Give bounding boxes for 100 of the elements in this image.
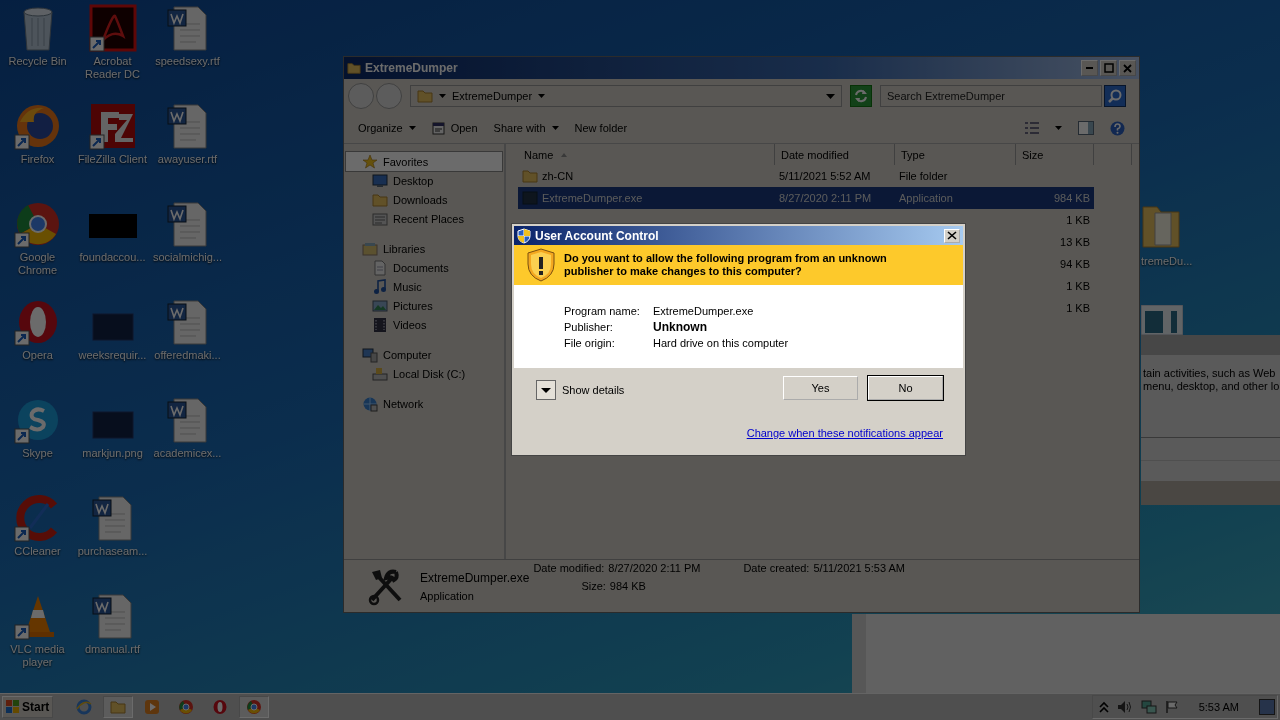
field-value: ExtremeDumper.exe	[653, 303, 755, 318]
dialog-button[interactable]: Yes	[783, 376, 858, 400]
toolbar-button[interactable]: Open	[425, 118, 484, 138]
icon-label[interactable]: markjun.png	[75, 447, 150, 460]
taskbar-button[interactable]	[239, 696, 270, 718]
field-label: Size:	[581, 580, 606, 592]
navigation-item[interactable]: Recent Places	[346, 209, 502, 228]
column-header[interactable]: Type	[895, 144, 1016, 165]
navigation-item[interactable]: Downloads	[346, 190, 502, 209]
navigation-item[interactable]: Network	[346, 394, 502, 413]
close-button[interactable]	[944, 228, 960, 243]
network-icon[interactable]	[1140, 700, 1157, 714]
menu-button[interactable]: Organize	[352, 119, 422, 137]
icon-label[interactable]: socialmichig...	[150, 251, 225, 264]
speaker-icon[interactable]	[1116, 700, 1133, 714]
search-icon	[1108, 89, 1122, 103]
film-icon	[372, 316, 388, 333]
date-text: 8/27/2020 2:11 PM	[779, 192, 872, 204]
icon-label[interactable]: VLC media player	[0, 643, 75, 669]
icon-label[interactable]: speedsexy.rtf	[150, 55, 225, 68]
show-details-toggle[interactable]: Show details	[536, 376, 625, 400]
application-icon	[522, 190, 538, 206]
pdf-reader-icon[interactable]	[88, 4, 137, 52]
navigation-item[interactable]: Pictures	[346, 296, 502, 315]
icon-label[interactable]: Acrobat Reader DC	[75, 55, 150, 81]
icon-label[interactable]: weeksrequir...	[75, 349, 150, 362]
icon-label[interactable]: purchaseam...	[75, 545, 150, 558]
refresh-button[interactable]	[850, 85, 872, 107]
settings-link[interactable]: Change when these notifications appear	[746, 427, 943, 439]
field-value: Unknown	[653, 319, 708, 334]
field-label: File origin:	[564, 335, 616, 350]
taskbar-button[interactable]	[103, 696, 134, 718]
menu-button[interactable]: Share with	[487, 119, 565, 137]
maximize-icon	[1103, 63, 1114, 73]
dropdown-icon[interactable]	[826, 93, 835, 99]
icon-label[interactable]: dmanual.rtf	[75, 643, 150, 656]
chrome-logo-icon[interactable]	[13, 200, 62, 248]
network-icon	[362, 395, 378, 412]
maximize-button[interactable]	[1100, 60, 1117, 76]
file-name: ExtremeDumper.exe	[542, 192, 643, 204]
flag-icon[interactable]	[1164, 700, 1179, 714]
back-button[interactable]	[348, 83, 374, 109]
minimize-icon	[1086, 67, 1093, 69]
navigation-item[interactable]: Computer	[346, 345, 502, 364]
navigation-item[interactable]: Libraries	[346, 239, 502, 258]
address-field[interactable]: ExtremeDumper	[410, 85, 842, 107]
sort-arrow-icon	[561, 152, 568, 157]
icon-label[interactable]: Recycle Bin	[0, 55, 75, 68]
chrome-logo-icon	[246, 699, 263, 715]
icon-label[interactable]: offeredmaki...	[150, 349, 225, 362]
shield-icon	[517, 227, 531, 244]
icon-label[interactable]: academicex...	[150, 447, 225, 460]
navigation-item[interactable]: Documents	[346, 258, 502, 277]
icon-label[interactable]: FileZilla Client	[75, 153, 150, 166]
close-icon	[947, 231, 957, 240]
search-button[interactable]	[1104, 85, 1126, 107]
icon-label[interactable]: Skype	[0, 447, 75, 460]
search-field[interactable]: Search ExtremeDumper	[880, 85, 1102, 107]
navigation-item[interactable]: Desktop	[346, 171, 502, 190]
date-text: 5/11/2021 5:52 AM	[779, 170, 871, 182]
start-button[interactable]: Start	[2, 696, 54, 718]
forward-button[interactable]	[376, 83, 402, 109]
type-text: Application	[899, 192, 953, 204]
column-header[interactable]: Date modified	[775, 144, 895, 165]
globe-icon[interactable]	[13, 102, 62, 150]
warning-shield-icon	[526, 248, 556, 282]
clock[interactable]: 5:53 AM	[1198, 701, 1239, 713]
column-header[interactable]: Name	[518, 144, 775, 165]
chrome-logo-icon	[178, 699, 195, 715]
file-name: ExtremeDumper.exe	[420, 570, 530, 585]
navigation-item[interactable]: Music	[346, 277, 502, 296]
icon-label[interactable]: Google Chrome	[0, 251, 75, 277]
icon-label[interactable]: awayuser.rtf	[150, 153, 225, 166]
dialog-button[interactable]: No	[868, 376, 943, 400]
navigation-item[interactable]: Videos	[346, 315, 502, 334]
icon-label[interactable]: Opera	[0, 349, 75, 362]
show-desktop-button[interactable]	[1259, 699, 1275, 715]
column-header[interactable]: Size	[1016, 144, 1094, 165]
folder-icon	[522, 168, 538, 184]
file-row[interactable]: zh-CN 5/11/2021 5:52 AM File folder	[518, 165, 1094, 187]
picture-icon	[372, 297, 388, 314]
navigation-item[interactable]: Favorites	[346, 152, 502, 171]
media-player-icon	[144, 699, 161, 715]
refresh-icon	[853, 89, 869, 103]
star-icon	[362, 153, 378, 170]
breadcrumb-item[interactable]: ExtremeDumper	[452, 90, 533, 102]
folder-icon	[110, 699, 127, 715]
minimize-button[interactable]	[1081, 60, 1098, 76]
icon-label[interactable]: Firefox	[0, 153, 75, 166]
icon-label[interactable]: tremeDu...	[1141, 255, 1193, 268]
file-transfer-icon[interactable]	[88, 102, 137, 150]
chevron-up-icon[interactable]	[1098, 701, 1109, 713]
file-row[interactable]: ExtremeDumper.exe 8/27/2020 2:11 PM Application 984 KB	[518, 187, 1094, 209]
field-value: Hard drive on this computer	[653, 335, 790, 350]
question-text: Do you want to allow the following program from an unknown publisher to make changes to this computer?	[564, 252, 888, 278]
window-thumbnail-icon	[1141, 305, 1183, 335]
navigation-item[interactable]: Local Disk (C:)	[346, 364, 502, 383]
toolbar-button[interactable]: New folder	[568, 119, 634, 137]
icon-label[interactable]: foundaccou...	[75, 251, 150, 264]
icon-label[interactable]: CCleaner	[0, 545, 75, 558]
